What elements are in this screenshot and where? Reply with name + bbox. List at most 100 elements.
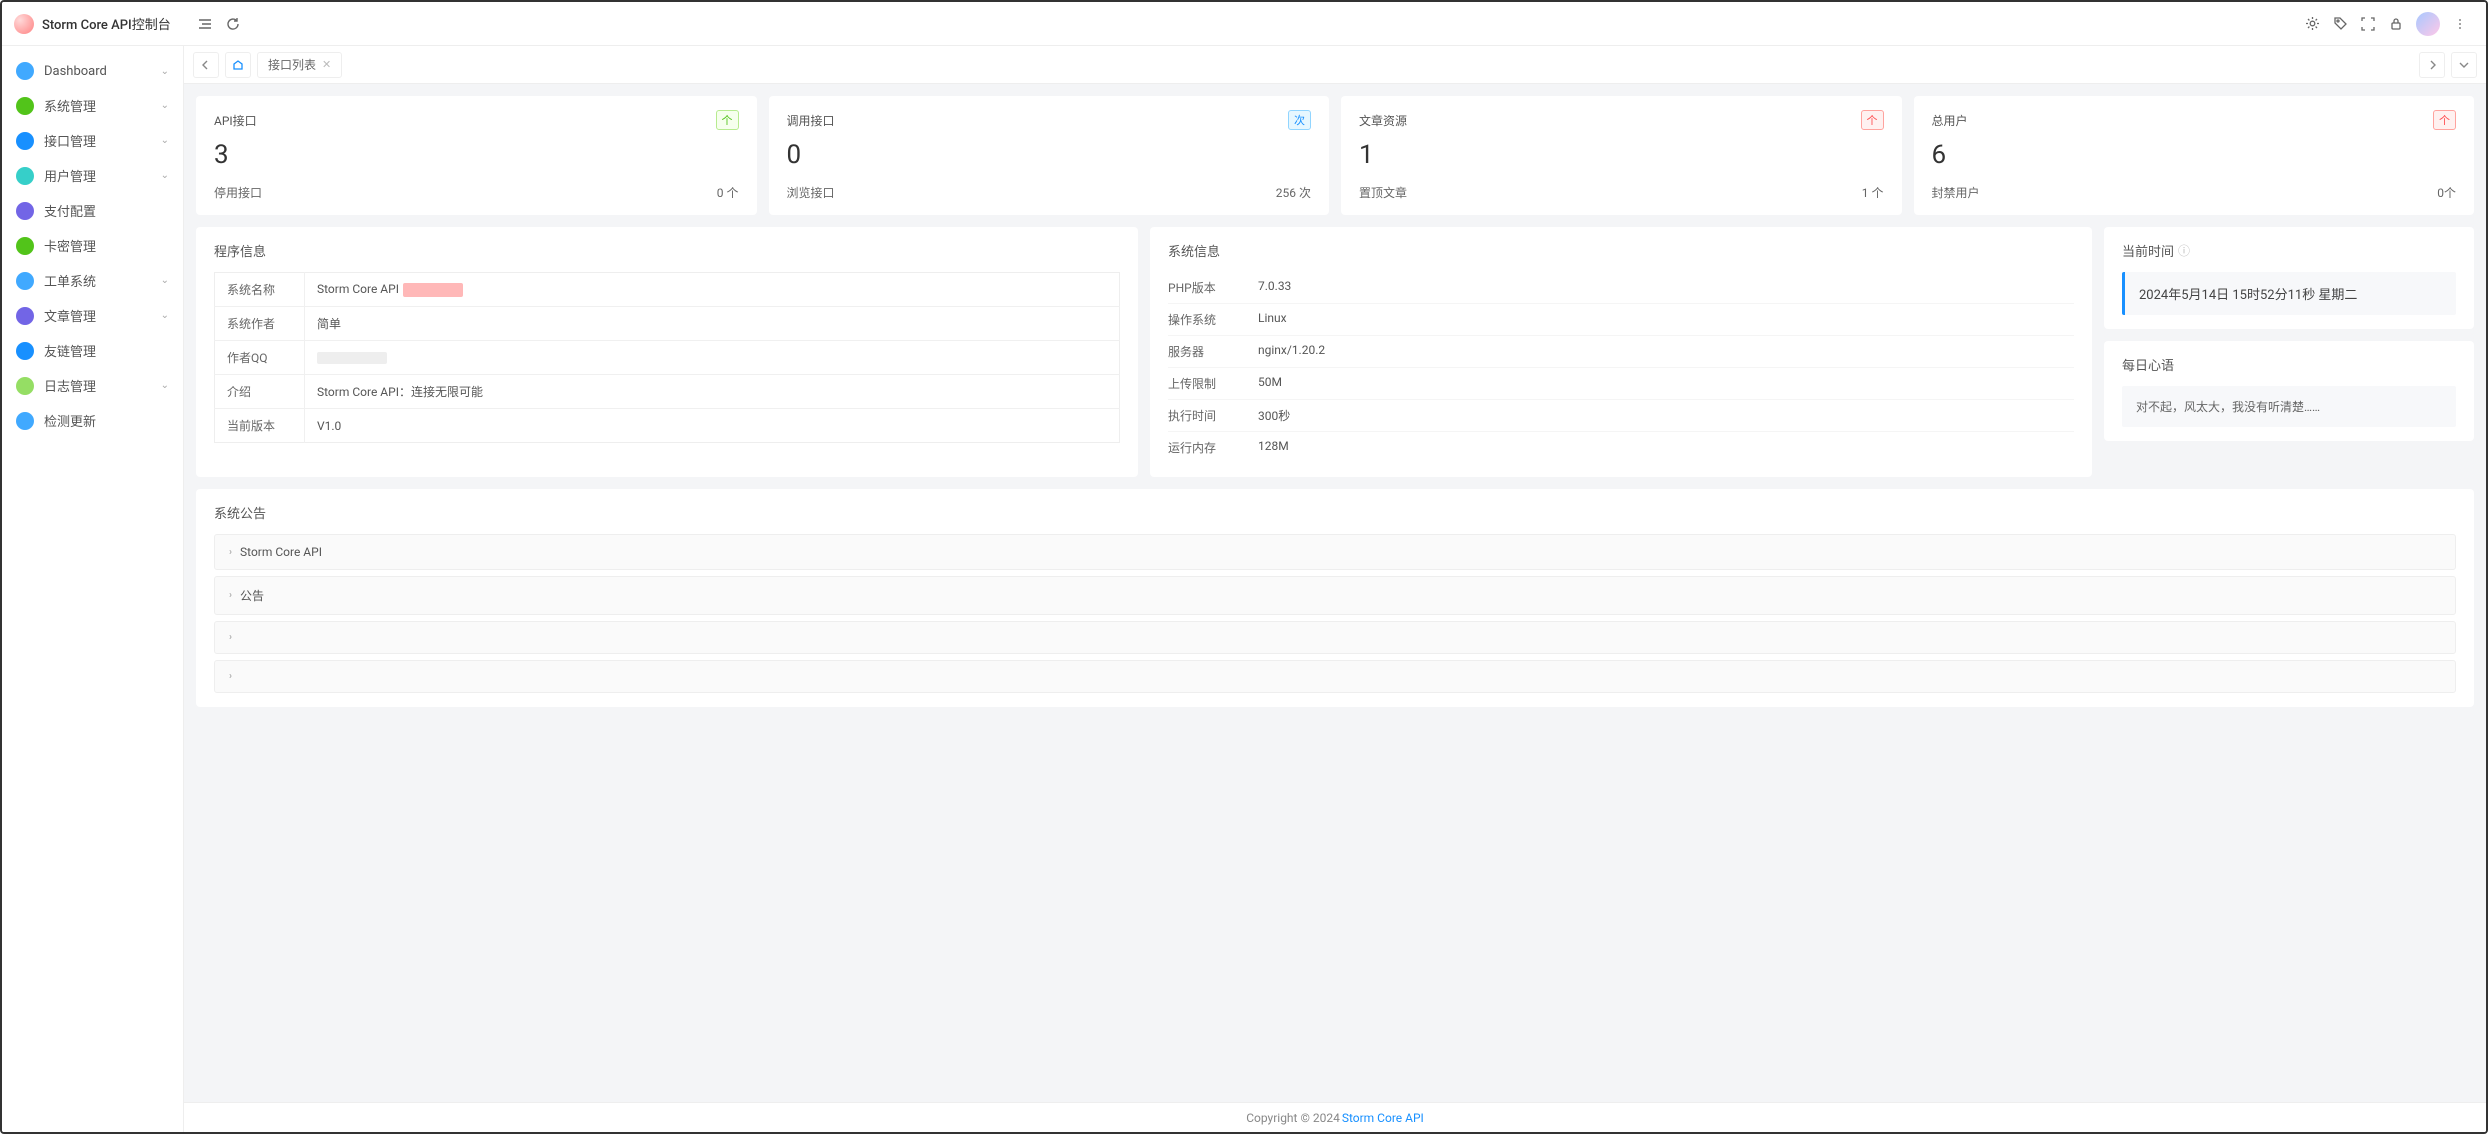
stat-value: 1 bbox=[1359, 140, 1884, 170]
footer: Copyright © 2024 Storm Core API bbox=[184, 1102, 2486, 1132]
sidebar-item-label: 系统管理 bbox=[44, 96, 161, 115]
sidebar: Dashboard ⌄ 系统管理 ⌄ 接口管理 ⌄ 用户管理 ⌄ 支付配置 卡密… bbox=[2, 46, 184, 1132]
kv-val: nginx/1.20.2 bbox=[1258, 343, 2074, 360]
stat-sub-value: 0 个 bbox=[717, 184, 739, 201]
kv-val: Linux bbox=[1258, 311, 2074, 328]
stat-badge: 个 bbox=[1861, 110, 1884, 130]
kv-key: 运行内存 bbox=[1168, 439, 1258, 456]
daily-quote-text: 对不起，风太大，我没有听清楚…… bbox=[2122, 386, 2456, 427]
footer-link[interactable]: Storm Core API bbox=[1342, 1111, 1424, 1125]
accordion-item-0[interactable]: ›Storm Core API bbox=[214, 534, 2456, 570]
sidebar-item-label: 接口管理 bbox=[44, 131, 161, 150]
kv-key: PHP版本 bbox=[1168, 279, 1258, 296]
sidebar-item-icon bbox=[16, 167, 34, 185]
table-key: 系统作者 bbox=[215, 307, 305, 341]
stat-card-1: 调用接口 次 0 浏览接口 256 次 bbox=[769, 96, 1330, 215]
accordion-item-2[interactable]: › bbox=[214, 621, 2456, 654]
sidebar-item-0[interactable]: Dashboard ⌄ bbox=[2, 54, 183, 88]
table-key: 作者QQ bbox=[215, 341, 305, 375]
tag-icon[interactable] bbox=[2326, 10, 2354, 38]
theme-icon[interactable] bbox=[2298, 10, 2326, 38]
info-row: 程序信息 系统名称Storm Core API系统作者简单作者QQ介绍Storm… bbox=[196, 227, 2474, 477]
stat-card-3: 总用户 个 6 封禁用户 0个 bbox=[1914, 96, 2475, 215]
content-scroll[interactable]: API接口 个 3 停用接口 0 个 调用接口 次 0 浏览接口 256 次 文… bbox=[184, 84, 2486, 1102]
stat-sub-label: 置顶文章 bbox=[1359, 184, 1407, 201]
fullscreen-icon[interactable] bbox=[2354, 10, 2382, 38]
kv-row: 操作系统Linux bbox=[1168, 304, 2074, 336]
sidebar-item-1[interactable]: 系统管理 ⌄ bbox=[2, 88, 183, 123]
chevron-right-icon: › bbox=[229, 547, 232, 558]
stat-sub-value: 256 次 bbox=[1276, 184, 1311, 201]
chevron-right-icon: › bbox=[229, 632, 232, 643]
program-info-table: 系统名称Storm Core API系统作者简单作者QQ介绍Storm Core… bbox=[214, 272, 1120, 443]
sidebar-item-icon bbox=[16, 307, 34, 325]
stat-card-2: 文章资源 个 1 置顶文章 1 个 bbox=[1341, 96, 1902, 215]
accordion-label: 公告 bbox=[240, 587, 264, 604]
footer-copyright: Copyright © 2024 bbox=[1246, 1111, 1340, 1125]
tab-dropdown-button[interactable] bbox=[2451, 52, 2477, 78]
tab-next-button[interactable] bbox=[2419, 52, 2445, 78]
stat-sub-label: 停用接口 bbox=[214, 184, 262, 201]
daily-quote-title: 每日心语 bbox=[2122, 355, 2456, 374]
chevron-down-icon: ⌄ bbox=[161, 66, 169, 77]
sidebar-item-2[interactable]: 接口管理 ⌄ bbox=[2, 123, 183, 158]
tab-active[interactable]: 接口列表 ✕ bbox=[257, 52, 342, 78]
kv-val: 128M bbox=[1258, 439, 2074, 456]
table-key: 当前版本 bbox=[215, 409, 305, 443]
sidebar-item-label: Dashboard bbox=[44, 64, 161, 79]
redacted-block bbox=[403, 283, 463, 297]
stat-badge: 个 bbox=[716, 110, 739, 130]
kv-row: 执行时间300秒 bbox=[1168, 400, 2074, 432]
sidebar-item-icon bbox=[16, 342, 34, 360]
lock-icon[interactable] bbox=[2382, 10, 2410, 38]
refresh-button[interactable] bbox=[219, 10, 247, 38]
clock-text: 2024年5月14日 15时52分11秒 星期二 bbox=[2122, 272, 2456, 315]
accordion-item-3[interactable]: › bbox=[214, 660, 2456, 693]
sidebar-item-8[interactable]: 友链管理 bbox=[2, 333, 183, 368]
stat-badge: 个 bbox=[2433, 110, 2456, 130]
daily-quote-panel: 每日心语 对不起，风太大，我没有听清楚…… bbox=[2104, 341, 2474, 441]
kv-key: 执行时间 bbox=[1168, 407, 1258, 424]
announcement-panel: 系统公告 ›Storm Core API›公告›› bbox=[196, 489, 2474, 707]
kv-row: 服务器nginx/1.20.2 bbox=[1168, 336, 2074, 368]
table-row: 作者QQ bbox=[215, 341, 1120, 375]
tab-prev-button[interactable] bbox=[193, 52, 219, 78]
sidebar-item-4[interactable]: 支付配置 bbox=[2, 193, 183, 228]
sidebar-item-3[interactable]: 用户管理 ⌄ bbox=[2, 158, 183, 193]
chevron-down-icon: ⌄ bbox=[161, 100, 169, 111]
user-avatar[interactable] bbox=[2416, 12, 2440, 36]
announcement-title: 系统公告 bbox=[214, 503, 2456, 522]
sidebar-item-7[interactable]: 文章管理 ⌄ bbox=[2, 298, 183, 333]
table-row: 介绍Storm Core API：连接无限可能 bbox=[215, 375, 1120, 409]
sidebar-item-5[interactable]: 卡密管理 bbox=[2, 228, 183, 263]
brand-title: Storm Core API控制台 bbox=[42, 14, 171, 33]
tab-close-icon[interactable]: ✕ bbox=[322, 58, 331, 71]
sidebar-item-label: 日志管理 bbox=[44, 376, 161, 395]
sidebar-item-icon bbox=[16, 202, 34, 220]
tab-home-button[interactable] bbox=[225, 52, 251, 78]
sidebar-item-label: 检测更新 bbox=[44, 411, 169, 430]
sidebar-item-icon bbox=[16, 97, 34, 115]
sidebar-item-label: 友链管理 bbox=[44, 341, 169, 360]
sidebar-item-label: 支付配置 bbox=[44, 201, 169, 220]
system-info-panel: 系统信息 PHP版本7.0.33操作系统Linux服务器nginx/1.20.2… bbox=[1150, 227, 2092, 477]
sidebar-item-6[interactable]: 工单系统 ⌄ bbox=[2, 263, 183, 298]
kv-val: 300秒 bbox=[1258, 407, 2074, 424]
top-header: Storm Core API控制台 bbox=[2, 2, 2486, 46]
accordion-item-1[interactable]: › 公告 bbox=[214, 576, 2456, 615]
chevron-right-icon: › bbox=[229, 590, 232, 601]
sidebar-item-9[interactable]: 日志管理 ⌄ bbox=[2, 368, 183, 403]
stat-title: 调用接口 bbox=[787, 112, 835, 129]
sidebar-item-10[interactable]: 检测更新 bbox=[2, 403, 183, 438]
more-menu-icon[interactable] bbox=[2446, 10, 2474, 38]
kv-val: 50M bbox=[1258, 375, 2074, 392]
sidebar-item-icon bbox=[16, 237, 34, 255]
table-val: V1.0 bbox=[305, 409, 1120, 443]
table-row: 系统名称Storm Core API bbox=[215, 273, 1120, 307]
brand-logo bbox=[14, 14, 34, 34]
kv-row: 运行内存128M bbox=[1168, 432, 2074, 463]
collapse-sidebar-button[interactable] bbox=[191, 10, 219, 38]
stat-title: 文章资源 bbox=[1359, 112, 1407, 129]
tab-bar: 接口列表 ✕ bbox=[184, 46, 2486, 84]
system-info-title: 系统信息 bbox=[1168, 241, 2074, 260]
